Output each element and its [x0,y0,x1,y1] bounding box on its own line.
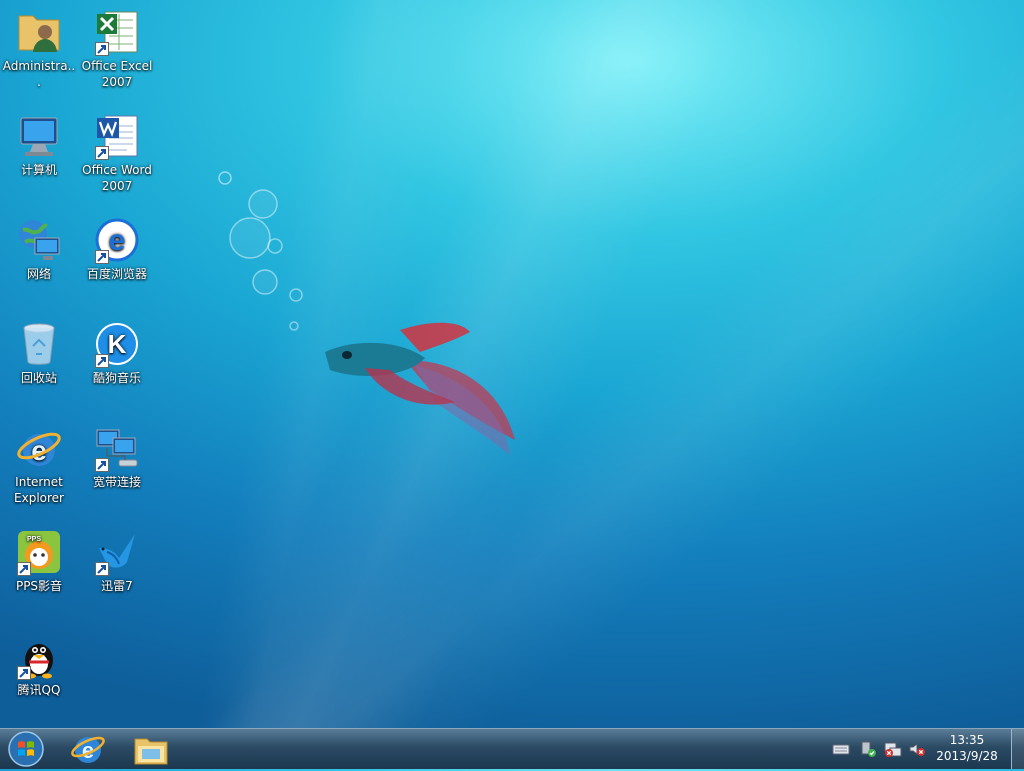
desktop-icon-qq[interactable]: 腾讯QQ [0,628,78,724]
desktop-icon-xunlei[interactable]: 迅雷7 [78,524,156,620]
network-status-icon[interactable] [884,740,902,758]
clock-date: 2013/9/28 [936,749,998,763]
clock-time: 13:35 [949,733,985,747]
desktop-icon-label: 迅雷7 [101,579,133,593]
desktop[interactable]: Administra... Office Excel 2007 计算机 Offi… [0,0,1024,728]
desktop-icon-office-word[interactable]: Office Word 2007 [78,108,156,204]
desktop-icon-label: Office Word 2007 [82,163,152,193]
shortcut-arrow-icon [95,42,109,56]
shortcut-arrow-icon [95,250,109,264]
desktop-icon-recycle-bin[interactable]: 回收站 [0,316,78,412]
taskbar-clock[interactable]: 13:35 2013/9/28 [932,732,1002,764]
shortcut-arrow-icon [95,146,109,160]
show-desktop-button[interactable] [1011,729,1024,769]
desktop-icon-label: 宽带连接 [92,475,141,489]
computer-icon [20,117,58,156]
desktop-icon-label: 回收站 [20,371,57,385]
desktop-icon-office-excel[interactable]: Office Excel 2007 [78,4,156,100]
taskbar: e 13:35 2013/9/28 [0,728,1024,769]
start-button[interactable] [6,731,46,767]
desktop-icon-label: 腾讯QQ [17,683,61,697]
taskbar-explorer-button[interactable] [126,731,176,767]
desktop-icon-label: 百度浏览器 [86,267,147,281]
svg-text:e: e [109,224,126,257]
shortcut-arrow-icon [17,666,31,680]
desktop-icon-network[interactable]: 网络 [0,212,78,308]
desktop-icon-kugou[interactable]: K 酷狗音乐 [78,316,156,412]
desktop-icon-pps[interactable]: PPS PPS影音 [0,524,78,620]
user-folder-icon [18,15,60,52]
desktop-icon-label: Administra... [2,59,76,89]
desktop-icon-label: 计算机 [20,163,57,177]
shortcut-arrow-icon [95,354,109,368]
ie-icon: e [71,736,105,763]
ie-icon: e [17,432,61,466]
svg-text:PPS: PPS [27,536,41,543]
desktop-icon-label: PPS影音 [15,579,63,593]
desktop-icon-baidu-browser[interactable]: e 百度浏览器 [78,212,156,308]
desktop-icon-computer[interactable]: 计算机 [0,108,78,204]
desktop-icon-broadband[interactable]: 宽带连接 [78,420,156,516]
desktop-icon-internet-explorer[interactable]: e Internet Explorer [0,420,78,516]
volume-muted-icon[interactable] [908,740,926,758]
shortcut-arrow-icon [95,562,109,576]
desktop-icon-label: Office Excel 2007 [81,59,153,89]
desktop-icon-administrator[interactable]: Administra... [0,4,78,100]
desktop-icon-label: Internet Explorer [14,475,64,505]
explorer-icon [134,738,168,765]
keyboard-icon[interactable] [832,740,850,758]
svg-text:K: K [108,329,127,359]
windows-logo-icon [8,731,44,767]
recycle-bin-icon [23,323,55,365]
safely-remove-icon[interactable] [859,740,877,758]
betta-fish-wallpaper [218,171,515,455]
shortcut-arrow-icon [17,562,31,576]
network-icon [19,220,60,260]
desktop-icon-label: 酷狗音乐 [92,371,141,385]
desktop-icon-label: 网络 [26,267,51,281]
shortcut-arrow-icon [95,458,109,472]
taskbar-ie-button[interactable]: e [63,731,113,767]
